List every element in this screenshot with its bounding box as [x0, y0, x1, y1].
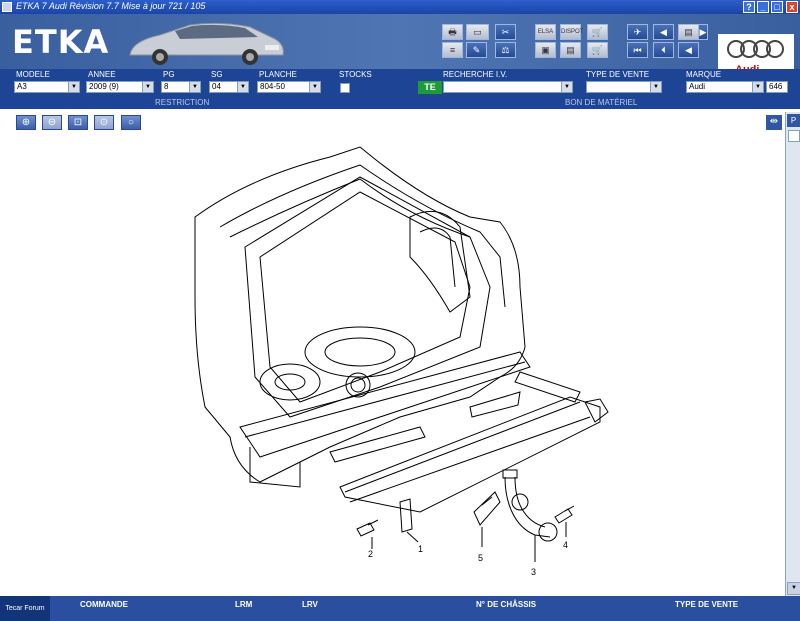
list-icon[interactable]: ≡ [442, 42, 463, 58]
modele-label: MODELE [16, 70, 50, 79]
extra-value: 646 [769, 82, 783, 91]
panel-tab[interactable]: P [787, 114, 800, 127]
monitor-icon[interactable]: ▭ [466, 24, 489, 40]
marque-value: Audi [689, 82, 706, 91]
lrm-tab[interactable]: LRM [235, 600, 252, 609]
sg-label: SG [211, 70, 223, 79]
cart-icon[interactable]: 🛒 [587, 42, 608, 58]
pencil-icon[interactable]: ✎ [466, 42, 487, 58]
chevron-down-icon: ▼ [189, 82, 200, 92]
stocks-checkbox[interactable] [340, 83, 350, 93]
dispot-icon[interactable]: DISPOT [560, 24, 583, 40]
callout-label[interactable]: 3 [531, 567, 536, 577]
annee-select[interactable]: 2009 (9) ▼ [86, 81, 154, 93]
zoom-out-icon[interactable]: ⊖ [42, 115, 62, 130]
minimize-button[interactable]: _ [757, 1, 769, 13]
scale-icon[interactable]: ⚖ [495, 42, 516, 58]
maximize-button[interactable]: □ [771, 1, 783, 13]
recherche-input[interactable]: ▼ [443, 81, 573, 93]
planche-select[interactable]: 804-50 ▼ [257, 81, 321, 93]
chevron-down-icon: ▼ [68, 82, 79, 92]
car-image [129, 22, 284, 65]
sg-value: 04 [212, 82, 221, 91]
monitor-doc-icon[interactable]: ▣ [535, 42, 556, 58]
zoom-area-icon[interactable]: ⊡ [68, 115, 88, 130]
recherche-label: RECHERCHE I.V. [443, 70, 508, 79]
callout-label[interactable]: 2 [368, 549, 373, 559]
stocks-label: STOCKS [339, 70, 372, 79]
chassis-tab[interactable]: N° DE CHÂSSIS [476, 600, 536, 609]
nav-left-icon[interactable]: ◀ [678, 42, 699, 58]
pg-select[interactable]: 8 ▼ [161, 81, 201, 93]
elsa-icon[interactable]: ELSA [535, 24, 556, 40]
title-bar: ETKA 7 Audi Révision 7.7 Mise à jour 721… [0, 0, 800, 14]
close-button[interactable]: x [786, 1, 798, 13]
chevron-down-icon: ▼ [650, 82, 661, 92]
type-vente-label: TYPE DE VENTE [586, 70, 650, 79]
nav-next-icon[interactable]: ▶ [698, 24, 708, 40]
tecar-forum-link[interactable]: Tecar Forum [0, 596, 50, 621]
modele-value: A3 [17, 82, 27, 91]
cart-list-icon[interactable]: 🛒 [587, 24, 608, 40]
sg-select[interactable]: 04 ▼ [209, 81, 249, 93]
zoom-toolbar: ⊕ ⊖ ⊡ ⊙ ○ [0, 109, 784, 137]
nav-first-icon[interactable]: ⏮ [627, 42, 648, 58]
callout-label[interactable]: 5 [478, 553, 483, 563]
right-panel: P ▼ [785, 112, 800, 596]
help-button[interactable]: ? [743, 1, 755, 13]
callout-label[interactable]: 1 [418, 544, 423, 554]
zoom-fit-icon[interactable]: ⊙ [94, 115, 114, 130]
planche-label: PLANCHE [259, 70, 297, 79]
planche-value: 804-50 [260, 82, 285, 91]
window-title: ETKA 7 Audi Révision 7.7 Mise à jour 721… [16, 1, 206, 11]
nav-back-icon[interactable]: ⏴ [653, 42, 674, 58]
etka-logo: ETKA [12, 23, 110, 61]
audi-rings-icon [727, 40, 784, 58]
type-vente-select[interactable]: ▼ [586, 81, 662, 93]
scroll-down-icon[interactable]: ▼ [787, 582, 800, 595]
chevron-down-icon: ▼ [237, 82, 248, 92]
te-button[interactable]: TE [418, 81, 442, 94]
type-vente-tab[interactable]: TYPE DE VENTE [675, 600, 738, 609]
annee-label: ANNEE [88, 70, 116, 79]
restriction-tab[interactable]: RESTRICTION [155, 98, 209, 107]
status-bar: COMMANDE LRM LRV N° DE CHÂSSIS TYPE DE V… [0, 596, 800, 621]
header: ETKA 🖶 ▭ ✂ ≡ ✎ ⚖ ELSA DISPOT 🛒 ▣ ▤ 🛒 ✈ ◀… [0, 14, 800, 80]
chevron-down-icon: ▼ [142, 82, 153, 92]
zoom-reset-icon[interactable]: ○ [121, 115, 141, 130]
marque-select[interactable]: Audi ▼ [686, 81, 764, 93]
nav-prev-doc-icon[interactable]: ◀ [653, 24, 674, 40]
chevron-down-icon: ▼ [309, 82, 320, 92]
bon-materiel-tab[interactable]: BON DE MATÉRIEL [565, 98, 637, 107]
lrv-tab[interactable]: LRV [302, 600, 318, 609]
pg-value: 8 [164, 82, 169, 91]
panel-marker-icon [788, 130, 800, 142]
commande-tab[interactable]: COMMANDE [80, 600, 128, 609]
modele-select[interactable]: A3 ▼ [14, 81, 80, 93]
marque-label: MARQUE [686, 70, 722, 79]
parts-drawing: 1 2 3 4 5 [194, 146, 609, 577]
chevron-down-icon: ▼ [752, 82, 763, 92]
app-icon [2, 2, 12, 12]
extra-field[interactable]: 646 [766, 81, 788, 93]
annee-value: 2009 (9) [89, 82, 119, 91]
expand-icon[interactable]: ⇹ [766, 115, 782, 130]
pin-icon[interactable]: ✈ [627, 24, 648, 40]
nav-doc-icon[interactable]: ▤ [678, 24, 699, 40]
monitor-cart-icon[interactable]: ▤ [560, 42, 581, 58]
zoom-in-icon[interactable]: ⊕ [16, 115, 36, 130]
pg-label: PG [163, 70, 175, 79]
chevron-down-icon: ▼ [561, 82, 572, 92]
printer-icon[interactable]: 🖶 [442, 24, 463, 40]
tools-icon[interactable]: ✂ [495, 24, 516, 40]
callout-label[interactable]: 4 [563, 540, 568, 550]
